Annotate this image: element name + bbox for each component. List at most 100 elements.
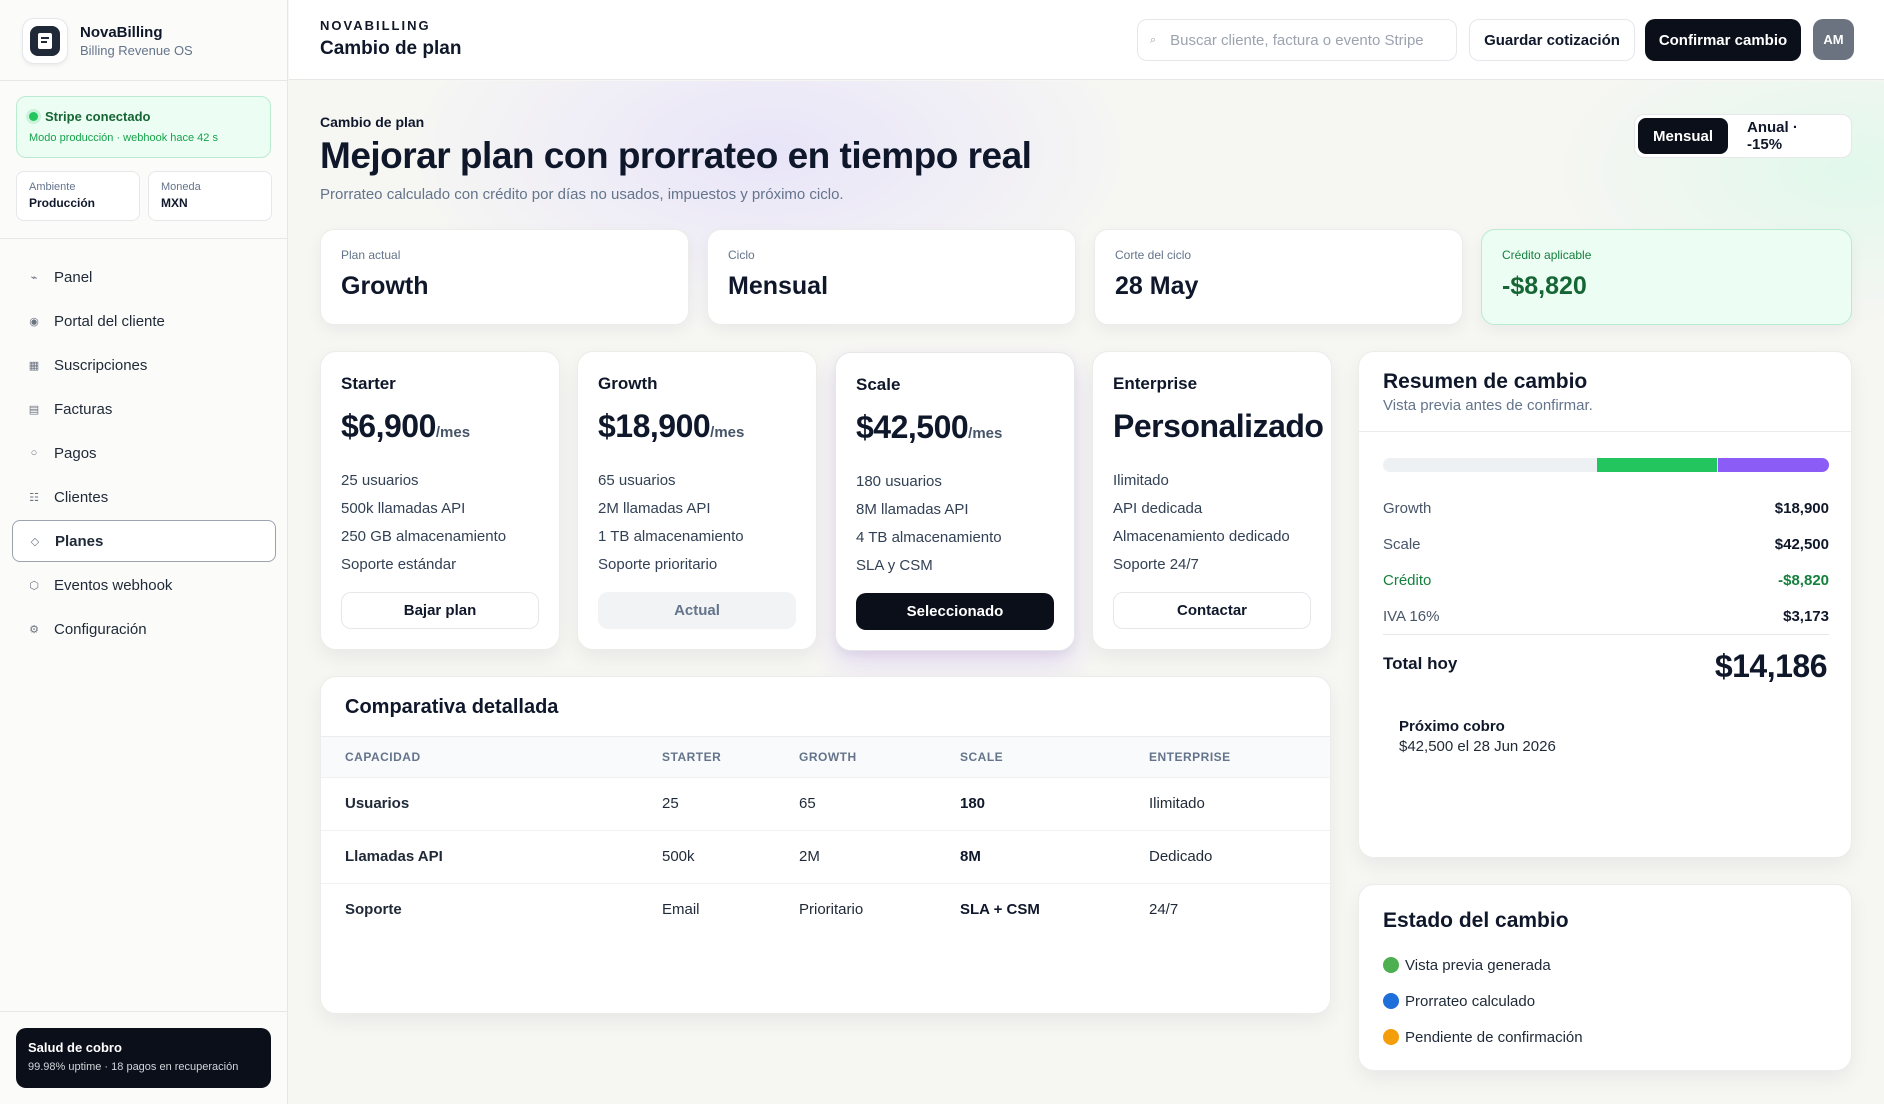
sidebar-item-planes[interactable]: ◇ Planes: [12, 520, 276, 562]
plan-feature: 8M llamadas API: [856, 501, 969, 518]
sidebar-item-portal-del-cliente[interactable]: ◉ Portal del cliente: [12, 300, 276, 342]
table-cell: 8M: [936, 829, 1125, 883]
sidebar-item-facturas[interactable]: ▤ Facturas: [12, 388, 276, 430]
brand-subtitle: Billing Revenue OS: [80, 43, 193, 58]
price-period: /mes: [435, 424, 471, 441]
status-item: Vista previa generada: [1383, 947, 1827, 983]
sidebar-item-label: Portal del cliente: [54, 312, 165, 330]
comparison-title: Comparativa detallada: [321, 677, 1330, 737]
billing-health-card[interactable]: Salud de cobro 99.98% uptime · 18 pagos …: [16, 1028, 271, 1088]
plan-price: $6,900/mes: [341, 408, 539, 445]
status-title: Estado del cambio: [1383, 909, 1569, 932]
table-cell: Soporte: [321, 882, 638, 936]
summary-title: Resumen de cambio: [1383, 370, 1588, 393]
contact-button[interactable]: Contactar: [1113, 592, 1311, 629]
column-header: GROWTH: [775, 737, 936, 777]
total-value: $14,186: [1714, 648, 1828, 684]
plan-feature: Ilimitado: [1113, 472, 1169, 489]
currency-label: Moneda: [161, 181, 201, 193]
plan-feature: 250 GB almacenamiento: [341, 528, 507, 545]
stat-current-plan: Plan actual Growth: [320, 229, 689, 325]
sidebar-item-pagos[interactable]: ○ Pagos: [12, 432, 276, 474]
toggle-monthly[interactable]: Mensual: [1638, 118, 1729, 154]
proration-bar: [1383, 458, 1829, 472]
sidebar-item-eventos-webhook[interactable]: ⬡ Eventos webhook: [12, 564, 276, 606]
table-cell: SLA + CSM: [936, 882, 1125, 936]
plan-price: $18,900/mes: [598, 408, 796, 445]
save-quote-button[interactable]: Guardar cotización: [1469, 19, 1635, 61]
sidebar-item-label: Panel: [54, 268, 93, 286]
plan-card-growth[interactable]: Growth $18,900/mes 65 usuarios 2M llamad…: [577, 351, 817, 650]
next-charge-value: $42,500 el 28 Jun 2026: [1399, 738, 1556, 755]
list-icon: ☷: [29, 491, 39, 504]
downgrade-button[interactable]: Bajar plan: [341, 592, 539, 629]
plan-card-enterprise[interactable]: Enterprise Personalizado Ilimitado API d…: [1092, 351, 1332, 650]
status-item: Prorrateo calculado: [1383, 983, 1827, 1019]
sidebar-item-suscripciones[interactable]: ▦ Suscripciones: [12, 344, 276, 386]
confirm-change-button[interactable]: Confirmar cambio: [1645, 19, 1801, 61]
currency-card[interactable]: Moneda MXN: [148, 171, 272, 221]
summary-line-label: Growth: [1383, 500, 1432, 517]
search-box[interactable]: ⌕: [1137, 19, 1457, 61]
column-header: ENTERPRISE: [1125, 737, 1330, 777]
plan-name: Scale: [856, 375, 901, 394]
divider: [0, 80, 288, 81]
table-cell: Dedicado: [1125, 829, 1330, 883]
table-header-row: CAPACIDAD STARTER GROWTH SCALE ENTERPRIS…: [321, 737, 1330, 777]
search-input[interactable]: [1170, 31, 1431, 49]
table-cell: 24/7: [1125, 882, 1330, 936]
plan-feature: Soporte estándar: [341, 556, 457, 573]
current-plan-button[interactable]: Actual: [598, 592, 796, 629]
plan-feature: 4 TB almacenamiento: [856, 529, 1002, 546]
price-amount: $18,900: [598, 408, 711, 444]
summary-line: Scale $42,500: [1383, 536, 1829, 553]
brand-name: NovaBilling: [80, 24, 163, 41]
sidebar-item-clientes[interactable]: ☷ Clientes: [12, 476, 276, 518]
environment-card[interactable]: Ambiente Producción: [16, 171, 140, 221]
table-cell: 25: [638, 776, 775, 830]
avatar[interactable]: AM: [1813, 19, 1854, 60]
plan-price: Personalizado: [1113, 408, 1324, 445]
price-period: /mes: [710, 424, 745, 441]
topbar-kicker: NOVABILLING: [320, 18, 431, 33]
change-summary-card: Resumen de cambio Vista previa antes de …: [1358, 351, 1853, 858]
sidebar-item-panel[interactable]: ⌁ Panel: [12, 256, 276, 298]
table-cell: 65: [775, 776, 936, 830]
search-icon: ⌕: [1150, 33, 1157, 46]
stat-value: Mensual: [728, 272, 829, 300]
sidebar-item-label: Facturas: [54, 400, 113, 418]
sidebar-item-configuración[interactable]: ⚙ Configuración: [12, 608, 276, 650]
divider: [0, 1011, 288, 1012]
status-item-label: Prorrateo calculado: [1405, 992, 1536, 1010]
stat-value: Growth: [341, 272, 429, 300]
selected-plan-button[interactable]: Seleccionado: [856, 593, 1054, 630]
summary-line-label: IVA 16%: [1383, 608, 1440, 625]
plan-feature: API dedicada: [1113, 500, 1203, 517]
blue-circle-icon: [1383, 993, 1399, 1009]
column-header: STARTER: [638, 737, 775, 777]
plan-feature: Soporte prioritario: [598, 556, 718, 573]
stripe-subtitle: Modo producción · webhook hace 42 s: [29, 132, 218, 144]
topbar: NOVABILLING Cambio de plan ⌕ Guardar cot…: [289, 0, 1884, 80]
summary-line-label: Crédito: [1383, 572, 1432, 589]
table-cell: Email: [638, 882, 775, 936]
status-dot-icon: [29, 112, 38, 121]
brand[interactable]: NovaBilling Billing Revenue OS: [22, 18, 193, 64]
price-amount: $42,500: [856, 409, 969, 445]
health-title: Salud de cobro: [28, 1040, 122, 1055]
stat-value: 28 May: [1115, 272, 1199, 300]
green-circle-icon: [1383, 957, 1399, 973]
table-row: Usuarios 25 65 180 Ilimitado: [321, 776, 1330, 830]
billing-toggle: Mensual Anual · -15%: [1634, 114, 1852, 158]
plan-feature: 65 usuarios: [598, 472, 676, 489]
table-cell: 180: [936, 776, 1125, 830]
column-header: CAPACIDAD: [321, 737, 638, 777]
stripe-status-card[interactable]: Stripe conectado Modo producción · webho…: [16, 96, 271, 158]
target-icon: ◉: [29, 315, 39, 328]
proration-bar-new-plan: [1717, 458, 1829, 472]
plan-card-starter[interactable]: Starter $6,900/mes 25 usuarios 500k llam…: [320, 351, 560, 650]
circle-icon: ○: [30, 447, 38, 459]
plan-card-scale[interactable]: Scale $42,500/mes 180 usuarios 8M llamad…: [835, 352, 1075, 651]
pulse-icon: ⌁: [30, 271, 38, 284]
toggle-annual[interactable]: Anual · -15%: [1732, 118, 1848, 154]
